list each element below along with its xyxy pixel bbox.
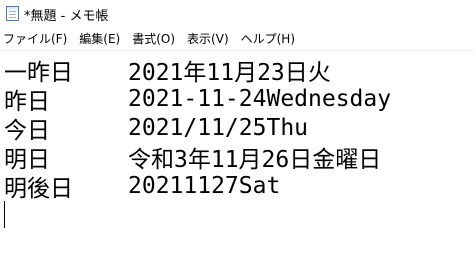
text-line: 明後日 20211127Sat [4,171,281,202]
text-line: 今日 2021/11/25Thu [4,113,309,144]
line-value: 2021年11月23日火 [128,59,331,86]
menu-view[interactable]: 表示(V) [181,29,235,49]
line-label: 明後日 [4,175,73,202]
notepad-icon[interactable] [6,6,19,21]
line-value: 令和3年11月26日金曜日 [128,146,382,173]
notepad-window: *無題 - メモ帳 ファイル(F) 編集(E) 書式(O) 表示(V) ヘルプ(… [0,0,474,271]
text-caret [4,201,5,228]
menu-bar: ファイル(F) 編集(E) 書式(O) 表示(V) ヘルプ(H) [0,28,474,51]
line-value: 20211127Sat [128,172,281,199]
menu-format[interactable]: 書式(O) [126,29,181,49]
text-line: 昨日 2021-11-24Wednesday [4,84,392,115]
menu-file[interactable]: ファイル(F) [0,29,73,49]
line-value: 2021-11-24Wednesday [128,85,392,112]
text-line: 一昨日 2021年11月23日火 [4,55,331,86]
menu-edit[interactable]: 編集(E) [73,29,126,49]
menu-help[interactable]: ヘルプ(H) [235,29,301,49]
line-value: 2021/11/25Thu [128,114,309,141]
window-title: *無題 - メモ帳 [24,9,109,24]
title-bar[interactable]: *無題 - メモ帳 [0,0,474,28]
text-editor[interactable]: 一昨日 2021年11月23日火 昨日 2021-11-24Wednesday … [0,51,474,271]
text-line: 明日 令和3年11月26日金曜日 [4,142,382,173]
